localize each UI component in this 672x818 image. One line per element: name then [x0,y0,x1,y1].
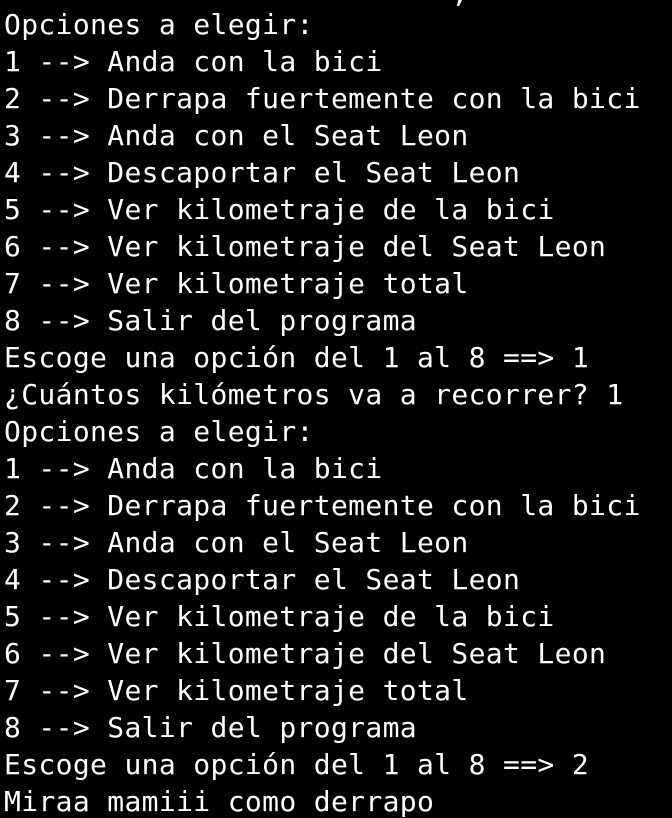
prompt-choice-line: Escoge una opción del 1 al 8 ==> 2 [4,748,590,781]
menu-option-line: 7 --> Ver kilometraje total [4,267,469,300]
terminal-output: Opciones a elegir: 1 --> Anda con la bic… [4,6,641,818]
menu-option-line: 7 --> Ver kilometraje total [4,674,469,707]
menu-header-line: Opciones a elegir: [4,415,314,448]
menu-option-line: 5 --> Ver kilometraje de la bici [4,600,555,633]
menu-option-line: 8 --> Salir del programa [4,711,417,744]
menu-option-line: 3 --> Anda con el Seat Leon [4,119,469,152]
menu-option-line: 4 --> Descaportar el Seat Leon [4,563,521,596]
menu-option-line: 6 --> Ver kilometraje del Seat Leon [4,230,607,263]
menu-option-line: 8 --> Salir del programa [4,304,417,337]
menu-option-line: 2 --> Derrapa fuertemente con la bici [4,82,641,115]
program-output-line: Miraa mamiii como derrapo [4,785,435,818]
prompt-choice-line: Escoge una opción del 1 al 8 ==> 1 [4,341,590,374]
menu-option-line: 3 --> Anda con el Seat Leon [4,526,469,559]
prompt-distance-line: ¿Cuántos kilómetros va a recorrer? 1 [4,378,624,411]
menu-option-line: 5 --> Ver kilometraje de la bici [4,193,555,226]
menu-option-line: 6 --> Ver kilometraje del Seat Leon [4,637,607,670]
menu-option-line: 1 --> Anda con la bici [4,45,383,78]
menu-header-line: Opciones a elegir: [4,8,314,41]
menu-option-line: 1 --> Anda con la bici [4,452,383,485]
menu-option-line: 2 --> Derrapa fuertemente con la bici [4,489,641,522]
menu-option-line: 4 --> Descaportar el Seat Leon [4,156,521,189]
terminal-window[interactable]: , , _ Opciones a elegir: 1 --> Anda con … [0,0,672,818]
